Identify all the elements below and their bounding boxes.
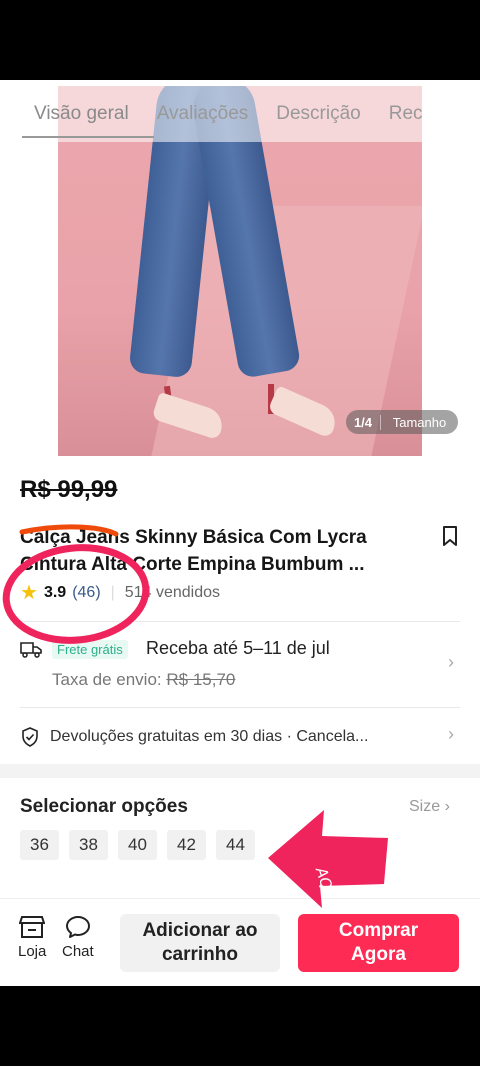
chevron-right-icon: ›	[448, 724, 454, 744]
size-link[interactable]: Size ›	[409, 798, 450, 816]
tab-description[interactable]: Descrição	[276, 103, 360, 125]
chat-button[interactable]: Chat	[62, 915, 94, 960]
chat-icon	[65, 916, 90, 938]
store-icon	[19, 916, 46, 938]
active-tab-indicator	[22, 136, 154, 138]
bookmark-icon[interactable]	[442, 526, 458, 546]
shipping-fee: Taxa de envio: R$ 15,70	[52, 670, 236, 689]
returns-row[interactable]: Devoluções gratuitas em 30 dias · Cancel…	[20, 724, 460, 750]
shield-check-icon	[22, 727, 38, 747]
product-image-carousel[interactable]: Visão geral Avaliações Descrição Rec 1/4…	[0, 80, 480, 456]
store-button[interactable]: Loja	[18, 915, 46, 960]
add-to-cart-button[interactable]: Adicionar ao carrinho	[120, 914, 280, 972]
divider	[20, 707, 460, 708]
shipping-row[interactable]: Frete grátis Receba até 5–11 de jul Taxa…	[20, 638, 460, 708]
size-options: 36 38 40 42 44	[20, 830, 255, 860]
product-page: Visão geral Avaliações Descrição Rec 1/4…	[0, 80, 480, 986]
size-chip[interactable]: 40	[118, 830, 157, 860]
section-tabs: Visão geral Avaliações Descrição Rec	[0, 86, 480, 142]
size-guide-link[interactable]: Tamanho	[381, 415, 458, 430]
product-price: R$ 99,99	[20, 476, 118, 503]
size-chip[interactable]: 42	[167, 830, 206, 860]
image-page-number: 1/4	[346, 414, 381, 430]
chat-label: Chat	[62, 943, 94, 960]
delivery-estimate: Receba até 5–11 de jul	[146, 638, 330, 658]
bottom-action-bar: Loja Chat Adicionar ao carrinho Comprar Ag…	[0, 898, 480, 986]
returns-text: Devoluções gratuitas em 30 dias · Cancel…	[50, 728, 369, 745]
size-chip[interactable]: 44	[216, 830, 255, 860]
size-chip[interactable]: 36	[20, 830, 59, 860]
size-chip[interactable]: 38	[69, 830, 108, 860]
tab-recommended[interactable]: Rec	[389, 103, 423, 125]
chevron-right-icon: ›	[448, 652, 454, 672]
section-spacer	[0, 764, 480, 778]
buy-now-button[interactable]: Comprar Agora	[298, 914, 459, 972]
tab-reviews[interactable]: Avaliações	[157, 103, 249, 125]
select-options-title: Selecionar opções	[20, 796, 188, 817]
arrow-annotation: AQUI!	[268, 810, 388, 910]
store-label: Loja	[18, 943, 47, 960]
highlight-circle-annotation	[2, 524, 150, 644]
image-counter[interactable]: 1/4 Tamanho	[346, 410, 458, 434]
tab-overview[interactable]: Visão geral	[34, 103, 129, 125]
